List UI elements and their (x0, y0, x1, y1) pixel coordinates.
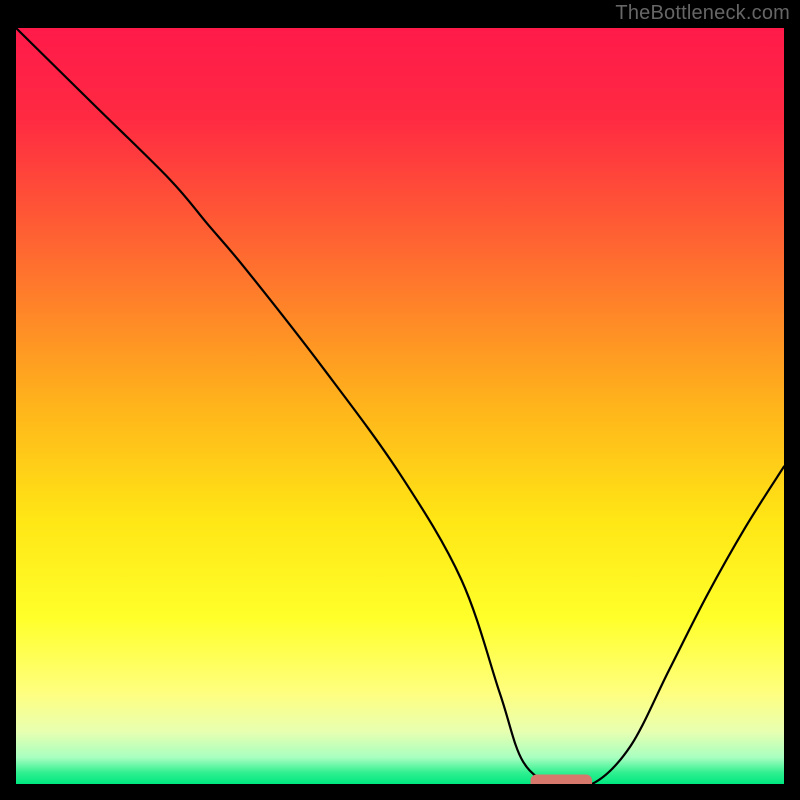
watermark-text: TheBottleneck.com (615, 2, 790, 25)
plot-area (16, 28, 784, 784)
chart-frame: TheBottleneck.com (0, 0, 800, 800)
optimal-marker (531, 774, 592, 784)
chart-svg (16, 28, 784, 784)
